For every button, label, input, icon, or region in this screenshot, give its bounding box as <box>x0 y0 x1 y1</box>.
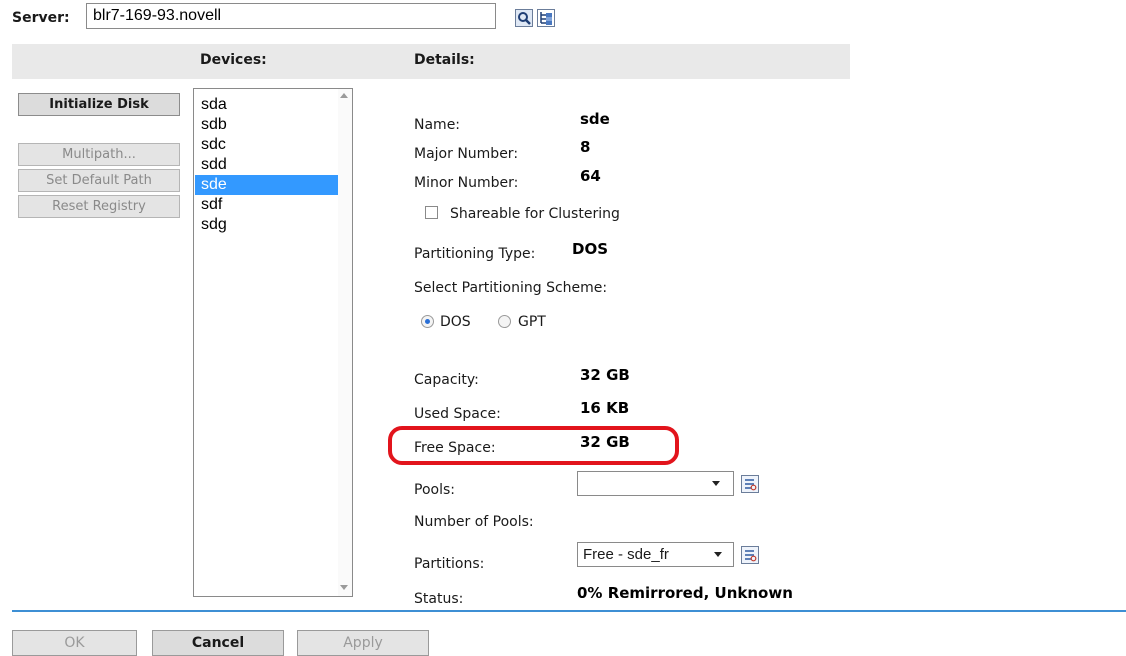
device-item-sde[interactable]: sde <box>195 175 338 195</box>
scheme-label-dos: DOS <box>440 314 471 330</box>
free-space-label: Free Space: <box>414 440 496 456</box>
ok-button[interactable]: OK <box>12 630 137 656</box>
major-number-label: Major Number: <box>414 146 519 162</box>
minor-number-label: Minor Number: <box>414 175 519 191</box>
capacity-label: Capacity: <box>414 372 479 388</box>
set-default-path-button[interactable]: Set Default Path <box>18 169 180 192</box>
device-list-scrollbar[interactable] <box>338 89 352 596</box>
device-item-sdd[interactable]: sdd <box>195 155 338 175</box>
device-item-sda[interactable]: sda <box>195 95 338 115</box>
partitions-dropdown-caret-icon[interactable] <box>714 552 722 557</box>
partitioning-scheme-label: Select Partitioning Scheme: <box>414 280 608 296</box>
partitions-select[interactable]: Free - sde_fr <box>577 542 734 567</box>
partitions-label: Partitions: <box>414 556 485 572</box>
scroll-up-arrow-icon[interactable] <box>340 93 348 98</box>
device-item-sdb[interactable]: sdb <box>195 115 338 135</box>
used-space-value: 16 KB <box>580 399 630 417</box>
server-input[interactable] <box>86 3 496 29</box>
scheme-radio-dos[interactable] <box>421 315 434 328</box>
device-item-sdf[interactable]: sdf <box>195 195 338 215</box>
pools-label: Pools: <box>414 482 455 498</box>
initialize-disk-button[interactable]: Initialize Disk <box>18 93 180 116</box>
partitioning-type-value: DOS <box>572 240 609 258</box>
name-value: sde <box>580 110 610 128</box>
partitions-list-details-icon-graphic <box>745 550 757 562</box>
server-label: Server: <box>12 10 70 26</box>
partitioning-type-label: Partitioning Type: <box>414 246 536 262</box>
cancel-button[interactable]: Cancel <box>152 630 284 656</box>
minor-number-value: 64 <box>580 167 601 185</box>
footer-divider <box>12 610 1126 612</box>
used-space-label: Used Space: <box>414 406 501 422</box>
shareable-label: Shareable for Clustering <box>450 206 620 222</box>
pools-list-details-icon-graphic <box>745 479 757 491</box>
capacity-value: 32 GB <box>580 366 630 384</box>
device-item-sdg[interactable]: sdg <box>195 215 338 235</box>
pools-select[interactable] <box>577 471 734 496</box>
details-header: Details: <box>414 52 475 68</box>
apply-button[interactable]: Apply <box>297 630 429 656</box>
browse-tree-icon-graphic <box>540 12 552 25</box>
pools-list-details-icon[interactable] <box>741 475 759 493</box>
multipath-button[interactable]: Multipath... <box>18 143 180 166</box>
scheme-radio-gpt[interactable] <box>498 315 511 328</box>
number-of-pools-label: Number of Pools: <box>414 514 534 530</box>
status-label: Status: <box>414 591 464 607</box>
partitions-list-details-icon[interactable] <box>741 546 759 564</box>
major-number-value: 8 <box>580 138 591 156</box>
device-item-sdc[interactable]: sdc <box>195 135 338 155</box>
name-label: Name: <box>414 117 461 133</box>
search-icon-graphic <box>518 12 531 25</box>
scheme-label-gpt: GPT <box>518 314 546 330</box>
search-icon[interactable] <box>515 9 533 27</box>
browse-tree-icon[interactable] <box>537 9 555 27</box>
reset-registry-button[interactable]: Reset Registry <box>18 195 180 218</box>
devices-header: Devices: <box>200 52 267 68</box>
free-space-value: 32 GB <box>580 433 630 451</box>
scroll-down-arrow-icon[interactable] <box>340 585 348 590</box>
pools-dropdown-caret-icon[interactable] <box>712 481 720 486</box>
shareable-checkbox[interactable] <box>425 206 438 219</box>
device-list[interactable]: sda sdb sdc sdd sde sdf sdg <box>193 88 353 597</box>
status-value: 0% Remirrored, Unknown <box>577 584 793 602</box>
